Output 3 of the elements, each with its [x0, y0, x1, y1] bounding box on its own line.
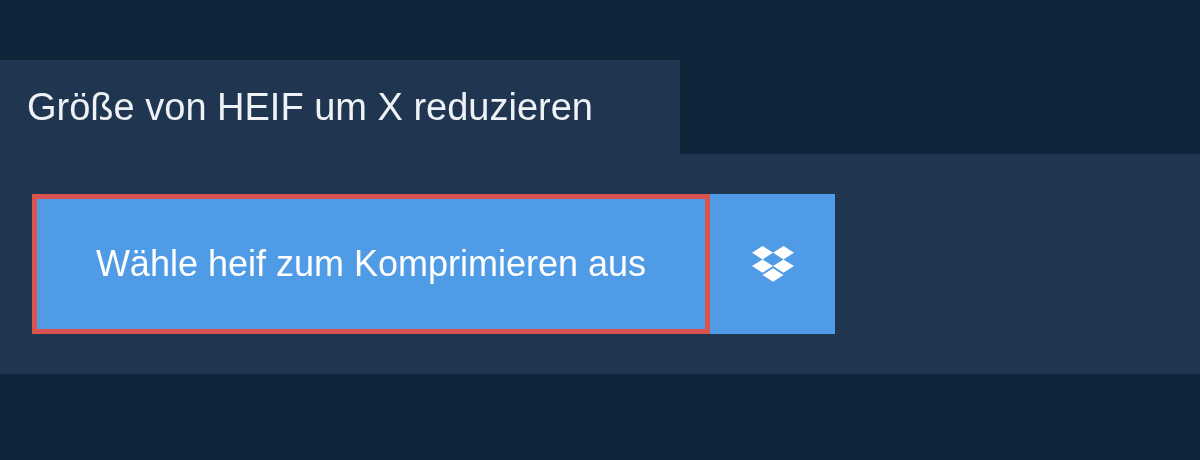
dropbox-icon: [751, 246, 794, 282]
dropbox-button[interactable]: [710, 194, 835, 334]
tab[interactable]: Größe von HEIF um X reduzieren: [0, 60, 680, 154]
